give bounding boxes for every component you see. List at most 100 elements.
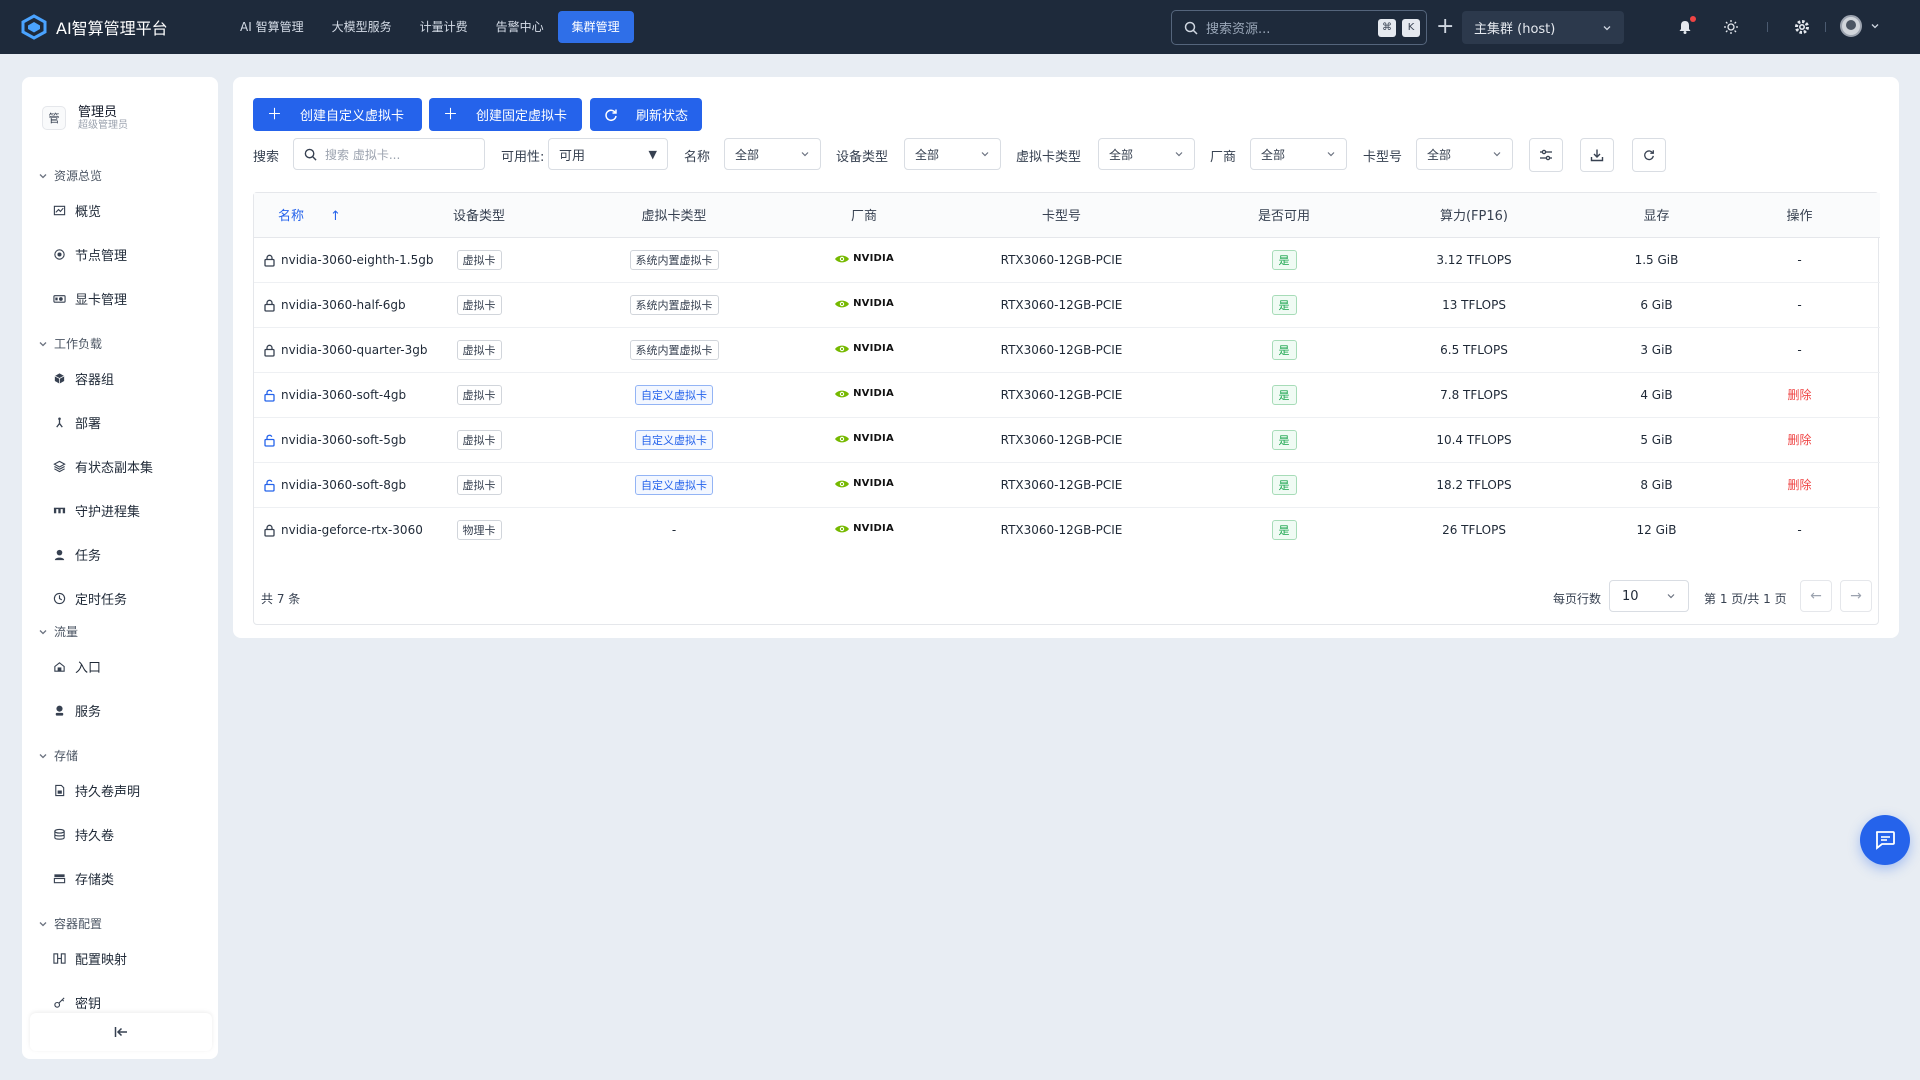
table-row[interactable]: nvidia-3060-quarter-3gb 虚拟卡 系统内置虚拟卡 NVIDIA R… (254, 327, 1880, 373)
sidebar-group-header[interactable]: 存储 (38, 747, 78, 764)
availability-select[interactable]: 可用 ▼ (548, 138, 668, 170)
action-none: - (1797, 522, 1802, 537)
table-row[interactable]: nvidia-3060-soft-8gb 虚拟卡 自定义虚拟卡 NVIDIA RTX30… (254, 462, 1880, 508)
vendor-cell: NVIDIA (819, 507, 909, 552)
device-type-tag: 虚拟卡 (456, 249, 502, 270)
create-custom-vcard-button[interactable]: ＋ 创建自定义虚拟卡 (253, 98, 422, 131)
sidebar-item[interactable]: 部署 (52, 413, 101, 432)
sort-ascending-icon[interactable]: ↑ (330, 209, 341, 224)
vcard-type-cell: 自定义虚拟卡 (529, 462, 819, 508)
table-row[interactable]: nvidia-3060-soft-5gb 虚拟卡 自定义虚拟卡 NVIDIA RTX30… (254, 417, 1880, 463)
sidebar-item-label: 守护进程集 (75, 505, 141, 520)
vcard-type-cell: 自定义虚拟卡 (529, 417, 819, 463)
user-name: 管理员 (78, 104, 118, 120)
topnav-item-1[interactable]: 大模型服务 (318, 11, 406, 43)
theme-sun-icon[interactable] (1720, 16, 1742, 38)
vcard-name: nvidia-3060-soft-8gb (281, 477, 407, 492)
global-search-input[interactable]: 搜索资源... ⌘ K (1171, 10, 1427, 45)
app-logo[interactable]: AI智算管理平台 (20, 13, 210, 41)
sidebar-group-header[interactable]: 工作负载 (38, 335, 102, 352)
sidebar-item[interactable]: 配置映射 (52, 949, 127, 968)
sidebar-group-header[interactable]: 容器配置 (38, 915, 102, 932)
collapse-sidebar-button[interactable] (30, 1013, 212, 1051)
refresh-icon (605, 109, 617, 121)
sidebar-item[interactable]: 显卡管理 (52, 289, 127, 308)
pv-icon (52, 828, 66, 842)
sidebar-item[interactable]: 持久卷声明 (52, 781, 140, 800)
table-row[interactable]: nvidia-3060-soft-4gb 虚拟卡 自定义虚拟卡 NVIDIA RTX30… (254, 372, 1880, 418)
sidebar-item[interactable]: 密钥 (52, 993, 101, 1012)
user-card: 管 管理员 超级管理员 (22, 77, 218, 141)
download-icon (1590, 149, 1604, 162)
topnav-item-0[interactable]: AI 智算管理 (226, 11, 318, 43)
name-filter-select[interactable]: 全部 (724, 138, 821, 170)
sidebar-item[interactable]: 概览 (52, 201, 101, 220)
sidebar-item[interactable]: 服务 (52, 701, 101, 720)
available-cell: 是 (1214, 282, 1354, 328)
compute-cell: 10.4 TFLOPS (1354, 417, 1594, 463)
chat-assistant-button[interactable] (1860, 815, 1910, 865)
vcard-type-text: - (671, 522, 677, 537)
sidebar-item[interactable]: 守护进程集 (52, 501, 140, 520)
chevron-down-icon (1327, 152, 1335, 157)
delete-link[interactable]: 删除 (1787, 433, 1811, 447)
next-page-button[interactable]: → (1840, 580, 1872, 612)
vcard-search-input[interactable]: 搜索 虚拟卡... (293, 138, 485, 170)
sidebar-item[interactable]: 有状态副本集 (52, 457, 153, 476)
reload-button[interactable] (1632, 138, 1666, 172)
topnav-item-4[interactable]: 集群管理 (557, 11, 634, 43)
vendor-name: NVIDIA (853, 478, 894, 489)
topnav-item-3[interactable]: 告警中心 (482, 11, 558, 43)
sidebar-item[interactable]: 节点管理 (52, 245, 127, 264)
sidebar-group-header[interactable]: 流量 (38, 623, 78, 640)
table-header-row: 名称 ↑ 设备类型 虚拟卡类型 厂商 卡型号 是否可用 算力(FP16) 显存 操作 (254, 193, 1880, 238)
sidebar-item[interactable]: 任务 (52, 545, 101, 564)
vcard-name: nvidia-geforce-rtx-3060 (281, 522, 423, 537)
device-type-tag: 虚拟卡 (456, 474, 502, 495)
add-icon[interactable]: + (1436, 14, 1454, 40)
topnav-item-2[interactable]: 计量计费 (406, 11, 482, 43)
create-custom-vcard-label: 创建自定义虚拟卡 (300, 109, 405, 124)
sidebar-item[interactable]: 入口 (52, 657, 101, 676)
action-cell: 删除 (1719, 462, 1880, 508)
nvidia-logo-icon (835, 480, 850, 487)
download-button[interactable] (1580, 138, 1614, 172)
sidebar-item[interactable]: 容器组 (52, 369, 114, 388)
delete-link[interactable]: 删除 (1787, 388, 1811, 402)
rows-per-page-select[interactable]: 10 (1609, 580, 1689, 612)
column-settings-button[interactable] (1529, 138, 1563, 172)
chevron-down-icon (801, 152, 809, 157)
table-row[interactable]: nvidia-3060-half-6gb 虚拟卡 系统内置虚拟卡 NVIDIA RTX3… (254, 282, 1880, 328)
refresh-status-button[interactable]: 刷新状态 (590, 98, 702, 131)
vcard-name: nvidia-3060-soft-4gb (281, 387, 407, 402)
table-row[interactable]: nvidia-geforce-rtx-3060 物理卡 - NVIDIA RTX3060… (254, 507, 1880, 552)
cluster-select[interactable]: 主集群 (host) (1462, 11, 1624, 44)
unlock-icon (264, 479, 275, 492)
sidebar-group-header[interactable]: 资源总览 (38, 167, 102, 184)
prev-page-button[interactable]: ← (1800, 580, 1832, 612)
name-filter-value: 全部 (735, 147, 760, 162)
vendor-filter-select[interactable]: 全部 (1250, 138, 1347, 170)
action-cell: - (1719, 507, 1880, 552)
delete-link[interactable]: 删除 (1787, 478, 1811, 492)
sidebar-item[interactable]: 存储类 (52, 869, 114, 888)
avatar (1840, 15, 1862, 37)
gear-icon[interactable] (1791, 16, 1813, 38)
nvidia-logo-icon (835, 345, 850, 352)
model-filter-select[interactable]: 全部 (1416, 138, 1513, 170)
vcard-type-filter-select[interactable]: 全部 (1098, 138, 1195, 170)
column-header-name[interactable]: 名称 ↑ (254, 193, 429, 238)
user-menu[interactable] (1840, 15, 1880, 37)
device-type-filter-select[interactable]: 全部 (904, 138, 1001, 170)
notification-bell-icon[interactable] (1674, 16, 1696, 38)
lock-icon (264, 299, 275, 312)
device-type-tag: 虚拟卡 (456, 294, 502, 315)
sidebar-item[interactable]: 持久卷 (52, 825, 114, 844)
vendor-filter-label: 厂商 (1210, 150, 1237, 165)
chat-icon (1875, 831, 1895, 850)
table-row[interactable]: nvidia-3060-eighth-1.5gb 虚拟卡 系统内置虚拟卡 NVIDIA… (254, 237, 1880, 283)
vcard-name: nvidia-3060-eighth-1.5gb (281, 252, 434, 267)
sidebar-item[interactable]: 定时任务 (52, 589, 127, 608)
create-fixed-vcard-button[interactable]: ＋ 创建固定虚拟卡 (429, 98, 582, 131)
model-cell: RTX3060-12GB-PCIE (909, 417, 1214, 463)
